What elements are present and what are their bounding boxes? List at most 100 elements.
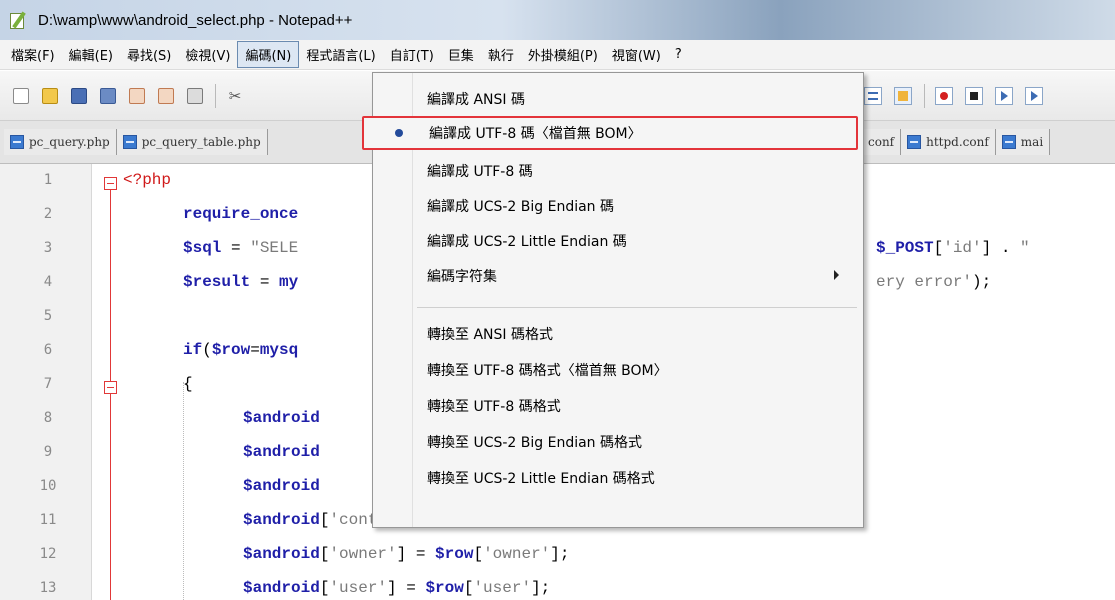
save-all-icon[interactable] — [97, 85, 119, 107]
line-number: 13 — [39, 580, 57, 596]
word-wrap-icon[interactable] — [862, 85, 884, 107]
menu-item-convert-utf8-no-bom[interactable]: 轉換至 UTF-8 碼格式〈檔首無 BOM〉 — [375, 353, 861, 387]
tab-conf[interactable]: conf — [862, 129, 902, 155]
play-macro-icon[interactable] — [993, 85, 1015, 107]
menu-item-convert-utf8[interactable]: 轉換至 UTF-8 碼格式 — [375, 389, 861, 423]
menu-item-encode-utf8-no-bom[interactable]: 編譯成 UTF-8 碼〈檔首無 BOM〉 — [362, 116, 858, 150]
menu-encoding[interactable]: 編碼(N) — [237, 41, 300, 68]
tab-group-right: conf httpd.conf mai — [862, 129, 1051, 155]
code-fragment-right: $_POST['id'] . " — [876, 239, 1030, 257]
file-icon — [10, 135, 24, 149]
close-all-icon[interactable] — [155, 85, 177, 107]
line-number: 4 — [43, 274, 53, 290]
menu-item-encode-utf8[interactable]: 編譯成 UTF-8 碼 — [375, 154, 861, 188]
stop-macro-icon[interactable] — [963, 85, 985, 107]
new-file-icon[interactable] — [10, 85, 32, 107]
menu-settings[interactable]: 自訂(T) — [383, 42, 441, 67]
notepad-plus-plus-icon — [8, 10, 30, 30]
line-number: 12 — [39, 546, 57, 562]
code-fragment-right: ery error'); — [876, 273, 992, 291]
menu-item-encode-ucs2-big-endian[interactable]: 編譯成 UCS-2 Big Endian 碼 — [375, 189, 861, 223]
menu-language[interactable]: 程式語言(L) — [299, 42, 382, 67]
tab-label: conf — [868, 135, 895, 149]
menu-file[interactable]: 檔案(F) — [4, 42, 62, 67]
fold-toggle-icon[interactable] — [104, 177, 117, 190]
line-number: 9 — [43, 444, 53, 460]
menu-item-label: 轉換至 UTF-8 碼格式〈檔首無 BOM〉 — [427, 363, 668, 379]
code-text: $android — [243, 409, 320, 427]
code-text: $android['owner'] = $row['owner']; — [243, 545, 570, 563]
menu-edit[interactable]: 編輯(E) — [62, 42, 120, 67]
code-text: $android['user'] = $row['user']; — [243, 579, 551, 597]
line-number: 1 — [43, 172, 53, 188]
radio-selected-icon — [395, 129, 403, 137]
tab-main[interactable]: mai — [995, 129, 1051, 155]
line-number: 11 — [39, 512, 57, 528]
encoding-menu-dropdown: 編譯成 ANSI 碼 編譯成 UTF-8 碼〈檔首無 BOM〉 編譯成 UTF-… — [362, 72, 864, 528]
code-text: $result = my — [183, 273, 299, 291]
menu-item-character-sets[interactable]: 編碼字符集 — [375, 259, 861, 293]
toolbar-separator — [215, 83, 216, 108]
menu-item-encode-ansi[interactable]: 編譯成 ANSI 碼 — [375, 82, 861, 116]
menu-bar: 檔案(F) 編輯(E) 尋找(S) 檢視(V) 編碼(N) 程式語言(L) 自訂… — [0, 40, 1115, 70]
menu-item-label: 編譯成 UTF-8 碼〈檔首無 BOM〉 — [429, 126, 642, 142]
line-number: 6 — [43, 342, 53, 358]
line-number: 2 — [43, 206, 53, 222]
show-all-chars-icon[interactable] — [892, 85, 914, 107]
toolbar-separator — [924, 84, 925, 108]
tab-label: pc_query.php — [29, 135, 110, 149]
menu-item-encode-ucs2-little-endian[interactable]: 編譯成 UCS-2 Little Endian 碼 — [375, 224, 861, 258]
menu-run[interactable]: 執行 — [481, 42, 521, 67]
file-icon — [122, 135, 137, 149]
menu-item-convert-ucs2-little-endian[interactable]: 轉換至 UCS-2 Little Endian 碼格式 — [375, 461, 861, 495]
menu-item-label: 轉換至 UCS-2 Big Endian 碼格式 — [427, 435, 642, 451]
tab-httpd-conf[interactable]: httpd.conf — [901, 129, 996, 155]
menu-macro[interactable]: 巨集 — [441, 42, 481, 67]
cut-icon[interactable]: ✂ — [224, 85, 246, 107]
line-number: 5 — [43, 308, 53, 324]
code-text: if($row=mysq — [183, 341, 299, 359]
run-macro-multiple-icon[interactable] — [1023, 85, 1045, 107]
close-file-icon[interactable] — [126, 85, 148, 107]
menu-item-label: 編譯成 UTF-8 碼 — [427, 164, 533, 180]
tab-label: httpd.conf — [926, 135, 989, 149]
file-icon — [907, 135, 922, 149]
menu-view[interactable]: 檢視(V) — [178, 42, 237, 67]
menu-plugins[interactable]: 外掛模組(P) — [521, 42, 605, 67]
open-file-icon[interactable] — [39, 85, 61, 107]
submenu-arrow-icon — [834, 270, 839, 280]
toolbar-right-group — [862, 84, 1053, 108]
menu-item-label: 轉換至 UTF-8 碼格式 — [427, 399, 561, 415]
title-bar: D:\wamp\www\android_select.php - Notepad… — [0, 0, 1115, 40]
menu-search[interactable]: 尋找(S) — [120, 42, 178, 67]
menu-item-convert-ansi[interactable]: 轉換至 ANSI 碼格式 — [375, 317, 861, 351]
line-number: 8 — [43, 410, 53, 426]
code-line[interactable]: 13 $android['user'] = $row['user']; — [0, 572, 1115, 600]
fold-toggle-icon[interactable] — [104, 381, 117, 394]
code-text: <?php — [123, 171, 172, 189]
code-text: $android — [243, 477, 320, 495]
menu-help[interactable]: ? — [668, 44, 689, 65]
menu-item-label: 編譯成 UCS-2 Little Endian 碼 — [427, 234, 627, 250]
code-text: $sql = "SELE — [183, 239, 299, 257]
line-number: 7 — [43, 376, 53, 392]
tab-pc-query[interactable]: pc_query.php — [4, 129, 117, 155]
menu-item-label: 編譯成 UCS-2 Big Endian 碼 — [427, 199, 614, 215]
menu-item-label: 轉換至 ANSI 碼格式 — [427, 327, 553, 343]
code-text: require_once — [183, 205, 299, 223]
line-number: 10 — [39, 478, 57, 494]
menu-window[interactable]: 視窗(W) — [605, 42, 668, 67]
menu-item-label: 轉換至 UCS-2 Little Endian 碼格式 — [427, 471, 655, 487]
tab-pc-query-table[interactable]: pc_query_table.php — [116, 129, 268, 155]
file-icon — [1001, 135, 1016, 149]
menu-item-label: 編碼字符集 — [427, 269, 497, 285]
menu-item-label: 編譯成 ANSI 碼 — [427, 92, 525, 108]
print-icon[interactable] — [184, 85, 206, 107]
window-title: D:\wamp\www\android_select.php - Notepad… — [38, 11, 353, 29]
save-icon[interactable] — [68, 85, 90, 107]
menu-item-convert-ucs2-big-endian[interactable]: 轉換至 UCS-2 Big Endian 碼格式 — [375, 425, 861, 459]
code-line[interactable]: 12 $android['owner'] = $row['owner']; — [0, 538, 1115, 572]
record-macro-icon[interactable] — [933, 85, 955, 107]
menu-separator — [417, 307, 857, 308]
code-text: $android — [243, 443, 320, 461]
